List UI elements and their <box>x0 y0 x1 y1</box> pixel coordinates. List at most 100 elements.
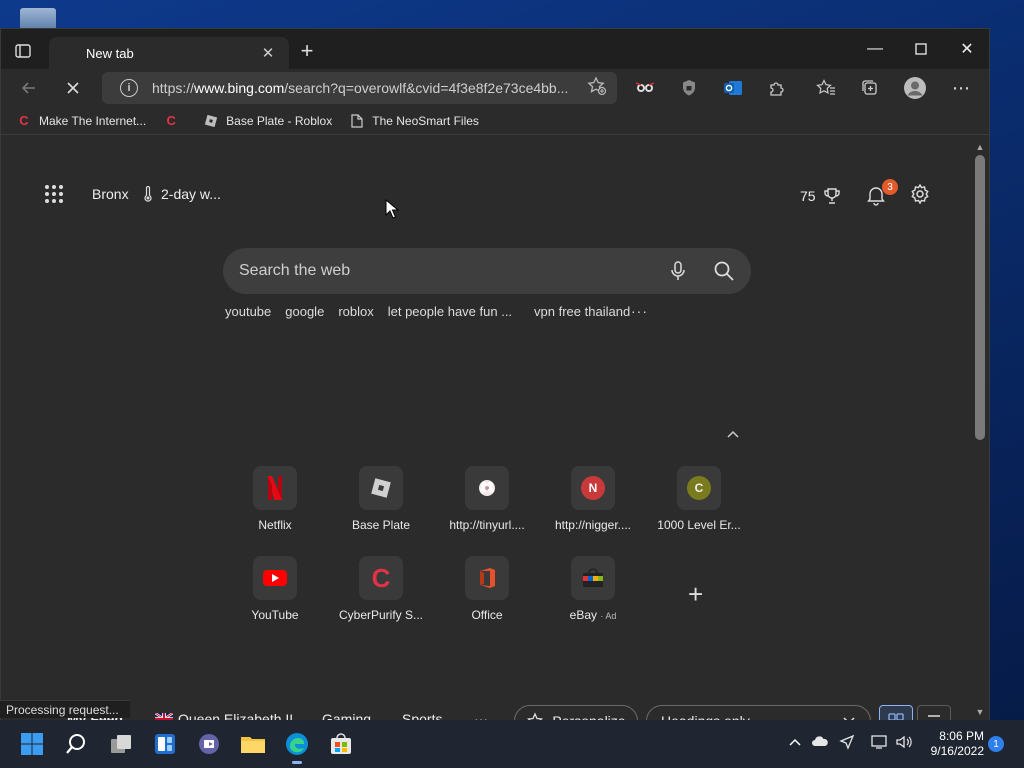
volume-icon[interactable] <box>895 734 913 753</box>
close-window-button[interactable]: ✕ <box>944 37 990 61</box>
extension-eyes-icon[interactable] <box>633 76 657 100</box>
store-icon <box>331 733 351 754</box>
tab-title: New tab <box>86 45 134 61</box>
tinyurl-icon <box>465 466 509 510</box>
rewards-widget[interactable]: 75 <box>800 186 842 206</box>
quick-link-youtube[interactable]: YouTube <box>225 556 325 622</box>
trending-item[interactable]: youtube <box>225 304 271 319</box>
scroll-down-arrow-icon[interactable]: ▼ <box>975 707 985 717</box>
favorite-label: The NeoSmart Files <box>372 113 479 128</box>
page-settings-gear-icon[interactable] <box>909 183 931 205</box>
youtube-icon <box>253 556 297 600</box>
favorite-neosmart-files[interactable]: The NeoSmart Files <box>350 114 479 128</box>
cyberpurify-icon: C <box>166 113 176 128</box>
favorite-base-plate[interactable]: Base Plate - Roblox <box>204 114 332 128</box>
browser-window: New tab ✕ + — ✕ i https://www.bing.com/s… <box>0 28 990 721</box>
quick-link-label: eBay · Ad <box>569 608 617 622</box>
task-view-button[interactable] <box>107 730 135 758</box>
add-favorite-icon[interactable] <box>587 75 607 101</box>
scroll-thumb[interactable] <box>975 155 985 440</box>
start-button[interactable] <box>18 730 46 758</box>
minimize-button[interactable]: — <box>852 37 898 61</box>
quick-link-tinyurl[interactable]: http://tinyurl.... <box>437 466 537 532</box>
stop-loading-button[interactable] <box>61 76 85 100</box>
grid-view-button[interactable] <box>879 705 913 721</box>
microphone-icon[interactable] <box>669 260 687 282</box>
favorite-make-the-internet[interactable]: C Make The Internet... <box>17 113 146 128</box>
trending-item[interactable]: vpn free thailand <box>534 304 630 319</box>
quick-link-label: 1000 Level Er... <box>657 518 741 532</box>
office-icon <box>465 556 509 600</box>
favorite-cyberpurify[interactable]: C <box>164 113 186 128</box>
tab-actions-icon[interactable] <box>13 41 33 61</box>
quick-link-label: http://tinyurl.... <box>449 518 525 532</box>
quick-link-1000-level[interactable]: C 1000 Level Er... <box>649 466 749 532</box>
notification-center-badge[interactable]: 1 <box>988 736 1004 752</box>
quick-link-label: YouTube <box>251 608 299 622</box>
url-text[interactable]: https://www.bing.com/search?q=overowlf&c… <box>152 80 587 96</box>
settings-more-icon[interactable]: ⋯ <box>949 76 973 100</box>
weather-widget[interactable]: 2-day w... <box>142 186 221 202</box>
collapse-chevron-up-icon[interactable] <box>726 426 740 442</box>
new-tab-page: Bronx 2-day w... 75 3 Search the web you… <box>1 139 971 721</box>
desktop-icon[interactable] <box>20 8 56 30</box>
file-explorer-button[interactable] <box>239 730 267 758</box>
folder-icon <box>241 737 265 753</box>
taskbar: 8:06 PM 9/16/2022 1 <box>0 720 1024 768</box>
quick-link-ebay[interactable]: eBay · Ad <box>543 556 643 622</box>
widgets-button[interactable] <box>151 730 179 758</box>
taskbar-search-button[interactable] <box>62 730 90 758</box>
quick-link-base-plate[interactable]: Base Plate <box>331 466 431 532</box>
roblox-icon <box>359 466 403 510</box>
toolbar: i https://www.bing.com/search?q=overowlf… <box>1 69 989 107</box>
roblox-icon <box>204 114 218 128</box>
back-button[interactable] <box>17 76 41 100</box>
app-launcher-icon[interactable] <box>45 185 63 203</box>
ebay-icon <box>571 556 615 600</box>
add-quick-link-button[interactable]: + <box>688 579 703 610</box>
search-input[interactable]: Search the web <box>239 262 669 280</box>
show-hidden-icons-chevron-icon[interactable] <box>788 734 802 750</box>
trending-searches: youtube google roblox let people have fu… <box>225 304 644 319</box>
scroll-up-arrow-icon[interactable]: ▲ <box>975 142 985 152</box>
favorites-icon[interactable] <box>814 76 838 100</box>
extensions-puzzle-icon[interactable] <box>765 76 789 100</box>
edge-browser-button[interactable] <box>283 730 311 764</box>
personalize-button[interactable]: Personalize <box>514 705 638 721</box>
quick-link-label: http://nigger.... <box>554 518 632 532</box>
trending-item[interactable]: roblox <box>338 304 373 319</box>
quick-link-n[interactable]: N http://nigger.... <box>543 466 643 532</box>
quick-link-label: CyberPurify S... <box>338 608 424 622</box>
list-view-button[interactable] <box>917 705 951 721</box>
extension-shield-icon[interactable] <box>677 76 701 100</box>
trending-item[interactable]: let people have fun ... <box>388 304 512 319</box>
site-info-icon[interactable]: i <box>120 79 138 97</box>
trending-item[interactable]: google <box>285 304 324 319</box>
maximize-button[interactable] <box>898 37 944 61</box>
quick-link-office[interactable]: Office <box>437 556 537 622</box>
search-icon[interactable] <box>713 260 735 282</box>
tab-new-tab[interactable]: New tab ✕ <box>49 37 289 69</box>
clock-time: 8:06 PM <box>939 729 984 743</box>
location-label[interactable]: Bronx <box>92 186 129 202</box>
teams-chat-button[interactable] <box>195 730 223 758</box>
microsoft-store-button[interactable] <box>327 730 355 758</box>
outlook-icon[interactable] <box>721 76 745 100</box>
profile-avatar-icon[interactable] <box>903 76 927 100</box>
location-arrow-icon[interactable] <box>839 734 855 753</box>
close-tab-icon[interactable]: ✕ <box>259 44 277 62</box>
search-box[interactable]: Search the web <box>223 248 751 294</box>
onedrive-cloud-icon[interactable] <box>811 734 829 750</box>
network-icon[interactable] <box>871 734 889 753</box>
letter-c-icon: C <box>677 466 721 510</box>
collections-icon[interactable] <box>858 76 882 100</box>
view-mode-select[interactable]: Headings only <box>646 705 871 721</box>
notification-badge: 3 <box>882 179 898 195</box>
new-tab-button[interactable]: + <box>297 38 317 63</box>
page-scrollbar[interactable]: ▲ ▼ <box>971 139 989 721</box>
taskbar-clock[interactable]: 8:06 PM 9/16/2022 <box>926 729 984 759</box>
address-bar[interactable]: i https://www.bing.com/search?q=overowlf… <box>102 72 617 104</box>
trending-more-button[interactable]: ··· <box>631 303 648 319</box>
quick-link-cyberpurify[interactable]: C CyberPurify S... <box>331 556 431 622</box>
quick-link-netflix[interactable]: Netflix <box>225 466 325 532</box>
